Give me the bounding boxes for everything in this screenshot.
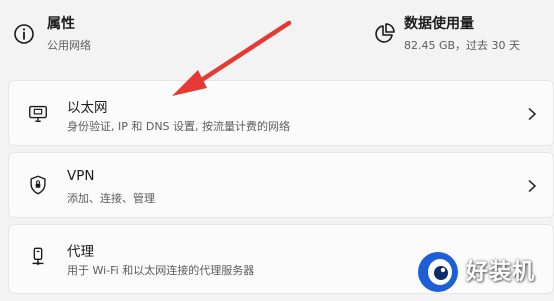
watermark-logo-icon (418, 252, 458, 292)
proxy-icon (32, 247, 44, 265)
ethernet-title: 以太网 (67, 100, 108, 116)
ethernet-icon (29, 105, 47, 122)
info-icon (14, 24, 34, 44)
properties-title: 属性 (47, 16, 75, 32)
vpn-card[interactable]: VPN 添加、连接、管理 (8, 152, 554, 218)
data-usage-title: 数据使用量 (404, 16, 474, 32)
watermark-text: 好装机 (466, 260, 536, 285)
watermark: 好装机 (414, 246, 554, 301)
top-summary: 属性 公用网络 数据使用量 82.45 GB，过去 30 天 (0, 0, 554, 70)
pie-chart-icon (375, 23, 395, 43)
chevron-right-icon (528, 179, 537, 193)
network-type-label: 公用网络 (47, 39, 91, 52)
data-usage-value: 82.45 GB，过去 30 天 (404, 39, 521, 52)
data-usage-item[interactable]: 数据使用量 82.45 GB，过去 30 天 (370, 0, 554, 70)
chevron-right-icon (528, 107, 537, 121)
properties-item[interactable]: 属性 公用网络 (0, 0, 330, 70)
vpn-shield-icon (30, 175, 46, 195)
vpn-title: VPN (67, 168, 95, 184)
proxy-title: 代理 (67, 244, 94, 260)
vpn-subtitle: 添加、连接、管理 (67, 192, 155, 205)
proxy-subtitle: 用于 Wi-Fi 和以太网连接的代理服务器 (67, 264, 255, 277)
ethernet-subtitle: 身份验证, IP 和 DNS 设置, 按流量计费的网络 (67, 120, 291, 133)
ethernet-card[interactable]: 以太网 身份验证, IP 和 DNS 设置, 按流量计费的网络 (8, 80, 554, 146)
